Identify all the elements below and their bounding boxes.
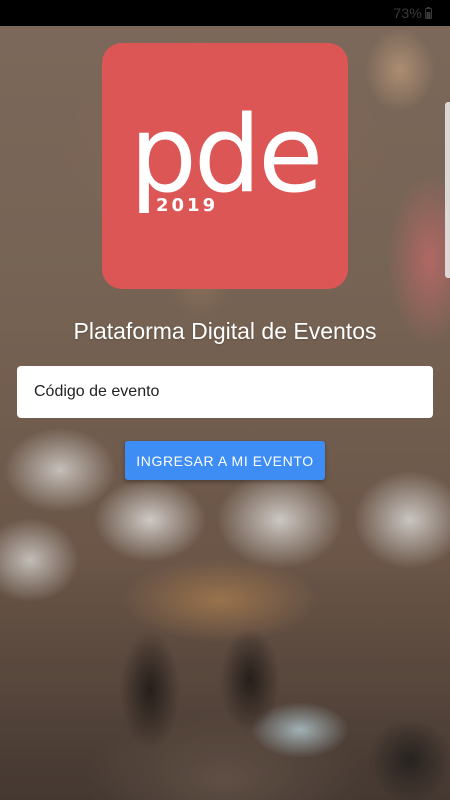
app-logo: pde 2019 xyxy=(102,43,348,289)
enter-event-button[interactable]: INGRESAR A MI EVENTO xyxy=(125,441,325,480)
logo-year: 2019 xyxy=(156,195,219,216)
battery-charging-icon xyxy=(425,7,432,19)
edge-panel-handle[interactable] xyxy=(445,102,450,278)
login-screen: 73% pde 2019 Plataforma Digital de Event… xyxy=(0,0,450,800)
battery-percentage: 73% xyxy=(393,5,422,21)
logo-brand-text: pde xyxy=(129,93,324,216)
app-title: Plataforma Digital de Eventos xyxy=(73,318,377,344)
event-code-input[interactable] xyxy=(17,366,433,418)
status-bar: 73% xyxy=(0,0,450,26)
